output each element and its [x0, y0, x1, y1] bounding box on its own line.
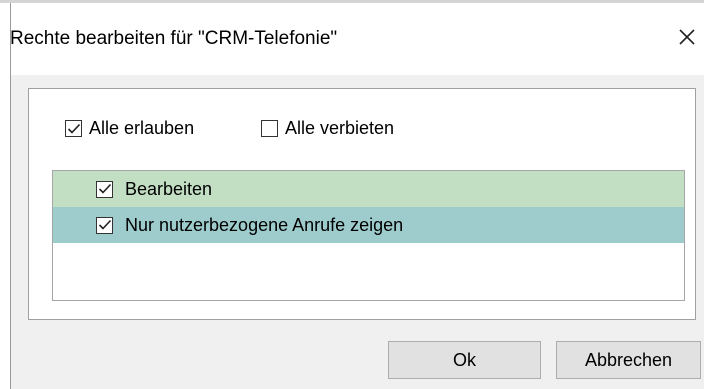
- checkmark-icon: [67, 123, 80, 134]
- close-icon: [678, 28, 696, 51]
- allow-all-label: Alle erlauben: [89, 118, 195, 138]
- list-item-label: Nur nutzerbezogene Anrufe zeigen: [125, 214, 404, 235]
- close-button[interactable]: [670, 21, 704, 57]
- title-bar: Rechte bearbeiten für "CRM-Telefonie": [10, 3, 704, 75]
- allow-all-box[interactable]: [65, 120, 82, 137]
- list-item[interactable]: Bearbeiten: [53, 171, 684, 207]
- allow-all-checkbox[interactable]: Alle erlauben: [65, 118, 194, 139]
- deny-all-label: Alle verbieten: [285, 118, 395, 138]
- list-item[interactable]: Nur nutzerbezogene Anrufe zeigen: [53, 207, 684, 243]
- ok-button[interactable]: Ok: [388, 341, 541, 379]
- dialog-title: Rechte bearbeiten für "CRM-Telefonie": [10, 28, 338, 49]
- checkmark-icon: [98, 183, 111, 194]
- permissions-list: Bearbeiten Nur nutzerbezogene Anrufe zei…: [52, 170, 685, 301]
- rights-dialog: Rechte bearbeiten für "CRM-Telefonie" Al…: [10, 3, 704, 389]
- row-checkbox[interactable]: [96, 216, 113, 234]
- checkmark-icon: [98, 219, 111, 230]
- deny-all-checkbox[interactable]: Alle verbieten: [261, 118, 394, 139]
- cancel-button[interactable]: Abbrechen: [556, 341, 701, 379]
- deny-all-box[interactable]: [261, 120, 278, 137]
- list-item-label: Bearbeiten: [125, 178, 213, 199]
- row-checkbox[interactable]: [96, 180, 113, 198]
